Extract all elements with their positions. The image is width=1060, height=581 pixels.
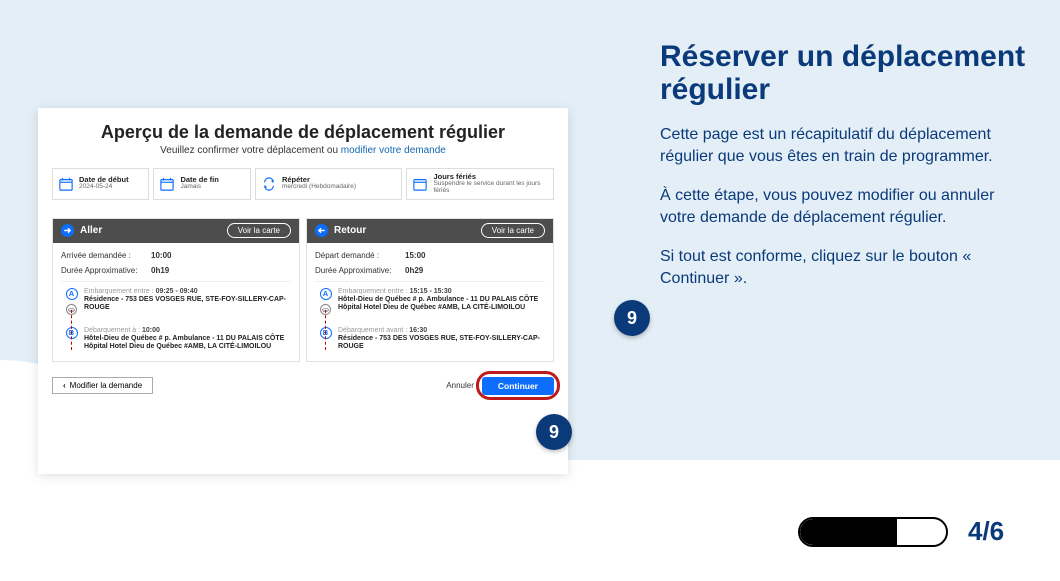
duration-value: 0h29 [405,266,423,275]
step-badge-9: 9 [614,300,650,336]
stop-place: Résidence - 753 DES VOSGES RUE, STE-FOY-… [84,296,291,312]
trip-return: Retour Voir la carte Départ demandé :15:… [306,218,554,362]
meta-holidays: Jours fériés Suspendre le service durant… [406,168,554,200]
stop-a: A Embarquement entre : 15:15 - 15:30 Hôt… [319,288,545,321]
screenshot-footer: ‹Modifier la demande Annuler Continuer [48,376,558,395]
calendar-icon [413,177,427,191]
alighting-label: Débarquement à : [84,327,140,334]
stop-a: A Embarquement entre : 09:25 - 09:40 Rés… [65,288,291,321]
stop-place: Résidence - 753 DES VOSGES RUE, STE-FOY-… [338,335,545,351]
meta-value: Jamais [180,184,218,191]
screenshot-title: Aperçu de la demande de déplacement régu… [48,122,558,143]
calendar-icon [160,177,174,191]
route-line [71,310,72,350]
pager-text: 4/6 [968,516,1004,547]
step-badge-9: 9 [536,414,572,450]
boarding-label: Embarquement entre : [84,288,154,295]
instruction-paragraph: Si tout est conforme, cliquez sur le bou… [660,246,1030,289]
departure-label: Départ demandé : [315,251,405,260]
modify-label: Modifier la demande [70,381,142,390]
instruction-paragraph: Cette page est un récapitulatif du dépla… [660,124,1030,167]
meta-end-date: Date de fin Jamais [153,168,250,200]
alighting-time: 10:00 [142,327,160,334]
trip-outbound: Aller Voir la carte Arrivée demandée :10… [52,218,300,362]
screenshot-subtitle: Veuillez confirmer votre déplacement ou … [48,145,558,156]
meta-value: mercredi (Hebdomadaire) [282,184,356,191]
subtitle-prefix: Veuillez confirmer votre déplacement ou [160,145,341,156]
calendar-icon [59,177,73,191]
stop-b: B Débarquement à : 10:00 Hôtel-Dieu de Q… [65,327,291,351]
progress-empty [897,519,946,545]
slide-stage: Aperçu de la demande de déplacement régu… [0,0,1060,581]
duration-label: Durée Approximative: [315,266,405,275]
arrival-label: Arrivée demandée : [61,251,151,260]
cancel-link[interactable]: Annuler [446,381,474,390]
alighting-label: Débarquement avant : [338,327,407,334]
divider [315,281,545,282]
route-line [325,310,326,350]
trip-header: Retour Voir la carte [307,219,553,243]
stops-list: A Embarquement entre : 15:15 - 15:30 Hôt… [319,288,545,351]
trip-title: Retour [334,225,366,236]
divider [61,281,291,282]
stop-place: Hôtel-Dieu de Québec # p. Ambulance - 11… [338,296,545,312]
app-screenshot: Aperçu de la demande de déplacement régu… [38,108,568,474]
meta-value: Suspendre le service durant les jours fé… [433,181,547,195]
trips-row: Aller Voir la carte Arrivée demandée :10… [48,218,558,362]
marker-a-icon: A [66,288,78,300]
departure-value: 15:00 [405,251,425,260]
meta-value: 2024-05-24 [79,184,129,191]
duration-value: 0h19 [151,266,169,275]
arrival-value: 10:00 [151,251,171,260]
summary-meta-row: Date de début 2024-05-24 Date de fin Jam… [48,168,558,200]
stops-list: A Embarquement entre : 09:25 - 09:40 Rés… [65,288,291,351]
arrow-left-icon [315,224,328,237]
instruction-column: Réserver un déplacement régulier Cette p… [660,40,1030,308]
continue-highlight-wrap: Continuer [482,376,554,395]
progress-fill [800,519,897,545]
stop-place: Hôtel-Dieu de Québec # p. Ambulance - 11… [84,335,291,351]
modify-request-button[interactable]: ‹Modifier la demande [52,377,153,394]
duration-label: Durée Approximative: [61,266,151,275]
alighting-time: 16:30 [409,327,427,334]
boarding-label: Embarquement entre : [338,288,408,295]
meta-start-date: Date de début 2024-05-24 [52,168,149,200]
view-map-button[interactable]: Voir la carte [481,223,545,238]
trip-title: Aller [80,225,102,236]
arrow-right-icon [61,224,74,237]
view-map-button[interactable]: Voir la carte [227,223,291,238]
boarding-time: 09:25 - 09:40 [156,288,198,295]
page-title: Réserver un déplacement régulier [660,40,1030,106]
marker-a-icon: A [320,288,332,300]
instruction-paragraph: À cette étape, vous pouvez modifier ou a… [660,185,1030,228]
meta-repeat: Répéter mercredi (Hebdomadaire) [255,168,403,200]
stop-b: B Débarquement avant : 16:30 Résidence -… [319,327,545,351]
repeat-icon [262,177,276,191]
boarding-time: 15:15 - 15:30 [410,288,452,295]
progress-pill [798,517,948,547]
continue-button[interactable]: Continuer [482,377,554,395]
pager: 4/6 [798,516,1038,547]
modify-request-link[interactable]: modifier votre demande [341,145,446,156]
trip-header: Aller Voir la carte [53,219,299,243]
